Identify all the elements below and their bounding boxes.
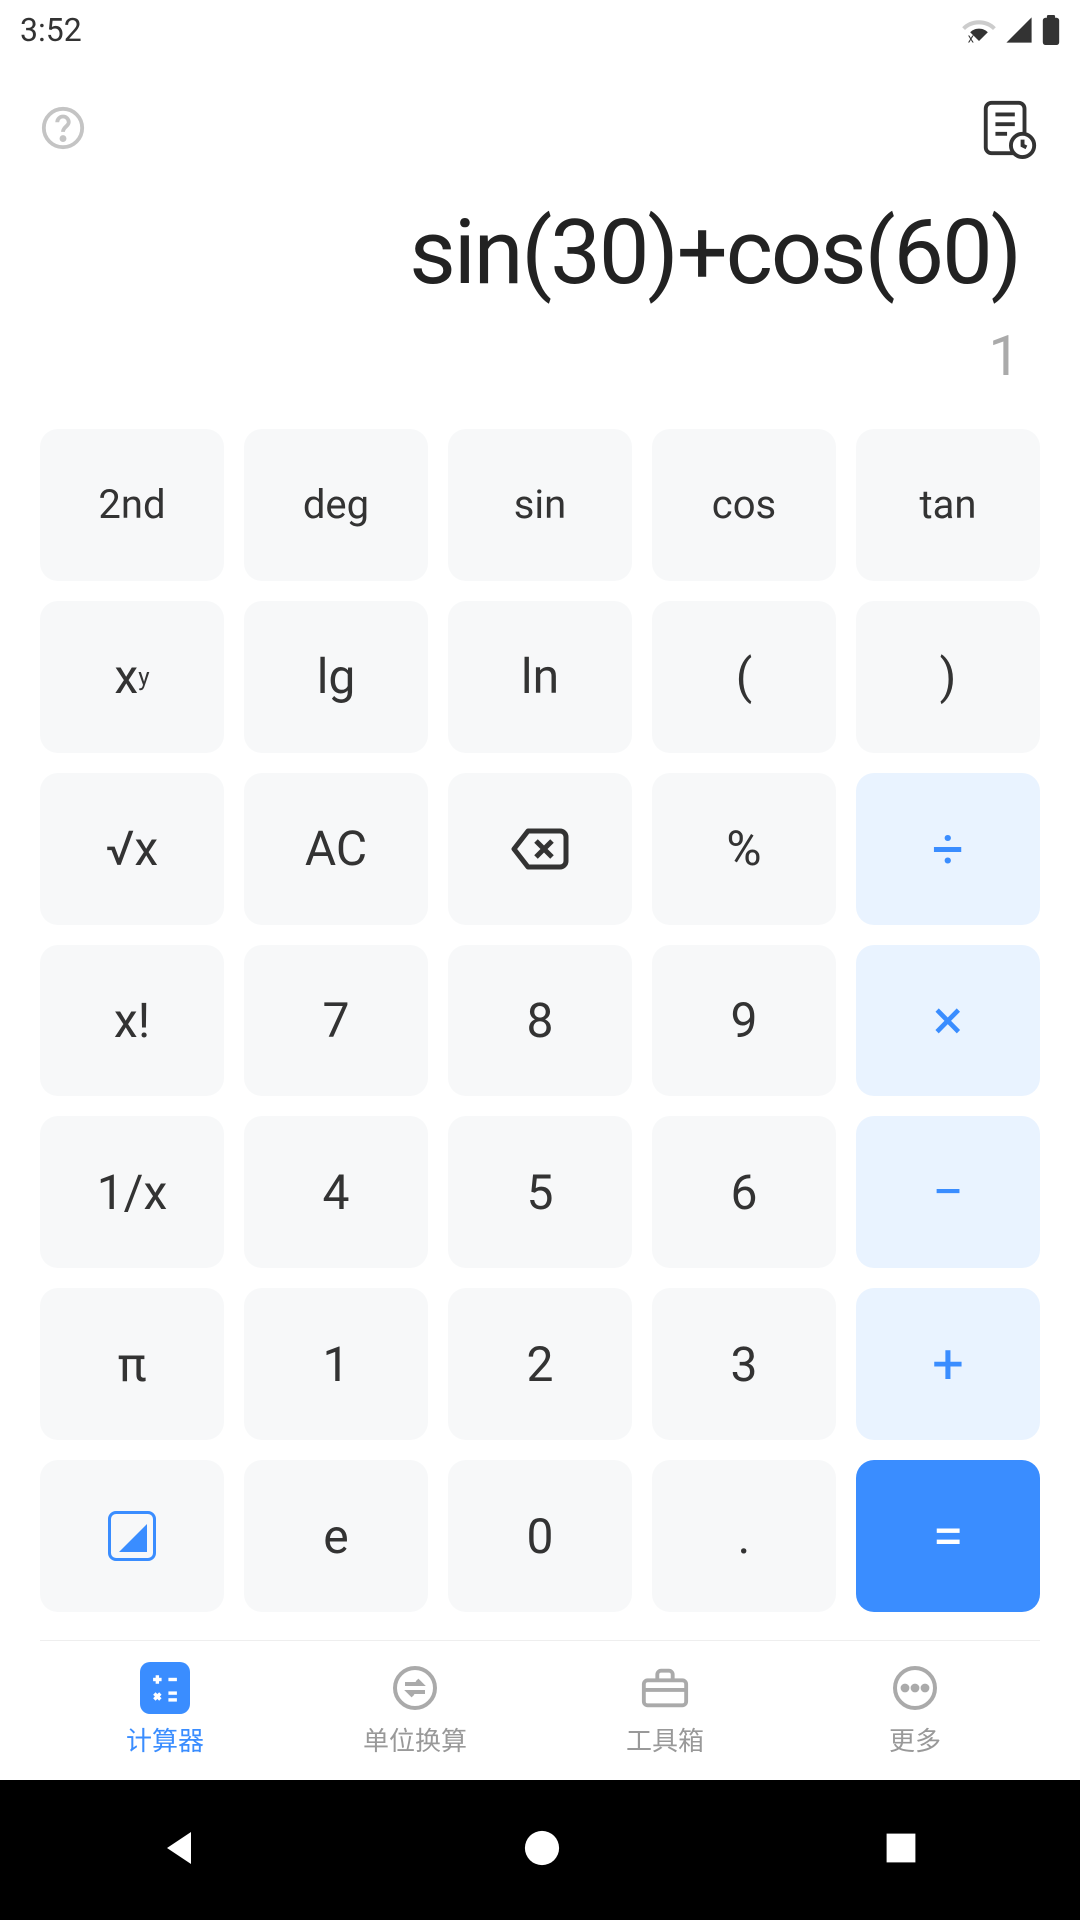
keypad: 2nd deg sin cos tan xy lg ln ( ) √x AC %… <box>40 419 1040 1640</box>
key-multiply[interactable]: × <box>856 945 1040 1097</box>
key-sqrt[interactable]: √x <box>40 773 224 925</box>
history-icon[interactable] <box>978 97 1040 163</box>
signal-icon <box>1004 16 1034 44</box>
convert-icon <box>390 1663 440 1713</box>
result-display: 1 <box>40 323 1020 389</box>
key-tan[interactable]: tan <box>856 429 1040 581</box>
key-e[interactable]: e <box>244 1460 428 1612</box>
key-2[interactable]: 2 <box>448 1288 632 1440</box>
key-pi[interactable]: π <box>40 1288 224 1440</box>
key-power[interactable]: xy <box>40 601 224 753</box>
key-7[interactable]: 7 <box>244 945 428 1097</box>
key-ac[interactable]: AC <box>244 773 428 925</box>
key-collapse[interactable] <box>40 1460 224 1612</box>
app-body: sin(30)+cos(60) 1 2nd deg sin cos tan xy… <box>0 60 1080 1780</box>
collapse-icon <box>108 1511 156 1561</box>
key-6[interactable]: 6 <box>652 1116 836 1268</box>
key-8[interactable]: 8 <box>448 945 632 1097</box>
key-close-paren[interactable]: ) <box>856 601 1040 753</box>
nav-toolbox-label: 工具箱 <box>626 1721 704 1758</box>
android-recent-button[interactable] <box>883 1830 919 1870</box>
key-cos[interactable]: cos <box>652 429 836 581</box>
key-decimal[interactable]: . <box>652 1460 836 1612</box>
key-equals[interactable]: = <box>856 1460 1040 1612</box>
status-icons: x <box>962 15 1060 45</box>
bottom-nav: 计算器 单位换算 工具箱 更多 <box>40 1640 1040 1780</box>
key-ln[interactable]: ln <box>448 601 632 753</box>
key-1[interactable]: 1 <box>244 1288 428 1440</box>
key-minus[interactable]: − <box>856 1116 1040 1268</box>
nav-more[interactable]: 更多 <box>790 1641 1040 1780</box>
key-4[interactable]: 4 <box>244 1116 428 1268</box>
svg-text:x: x <box>968 32 974 44</box>
key-9[interactable]: 9 <box>652 945 836 1097</box>
android-nav-bar <box>0 1780 1080 1920</box>
key-open-paren[interactable]: ( <box>652 601 836 753</box>
status-bar: 3:52 x <box>0 0 1080 60</box>
key-lg[interactable]: lg <box>244 601 428 753</box>
nav-more-label: 更多 <box>889 1721 941 1758</box>
wifi-off-icon: x <box>962 16 996 44</box>
battery-icon <box>1042 15 1060 45</box>
key-deg[interactable]: deg <box>244 429 428 581</box>
toolbox-icon <box>640 1663 690 1713</box>
key-2nd[interactable]: 2nd <box>40 429 224 581</box>
key-reciprocal[interactable]: 1/x <box>40 1116 224 1268</box>
display-area: sin(30)+cos(60) 1 <box>40 180 1040 419</box>
android-back-button[interactable] <box>161 1828 201 1872</box>
status-time: 3:52 <box>20 11 82 49</box>
key-percent[interactable]: % <box>652 773 836 925</box>
nav-unit[interactable]: 单位换算 <box>290 1641 540 1780</box>
key-factorial[interactable]: x! <box>40 945 224 1097</box>
help-icon[interactable] <box>40 105 86 155</box>
key-3[interactable]: 3 <box>652 1288 836 1440</box>
top-toolbar <box>40 60 1040 180</box>
nav-toolbox[interactable]: 工具箱 <box>540 1641 790 1780</box>
android-home-button[interactable] <box>523 1829 561 1871</box>
key-divide[interactable]: ÷ <box>856 773 1040 925</box>
key-sin[interactable]: sin <box>448 429 632 581</box>
nav-unit-label: 单位换算 <box>363 1721 467 1758</box>
calculator-icon <box>140 1662 190 1714</box>
nav-calculator[interactable]: 计算器 <box>40 1641 290 1780</box>
expression-display[interactable]: sin(30)+cos(60) <box>40 200 1020 305</box>
key-backspace[interactable] <box>448 773 632 925</box>
key-0[interactable]: 0 <box>448 1460 632 1612</box>
nav-calculator-label: 计算器 <box>126 1721 204 1758</box>
backspace-icon <box>510 827 570 871</box>
more-icon <box>890 1663 940 1713</box>
key-plus[interactable]: + <box>856 1288 1040 1440</box>
key-5[interactable]: 5 <box>448 1116 632 1268</box>
